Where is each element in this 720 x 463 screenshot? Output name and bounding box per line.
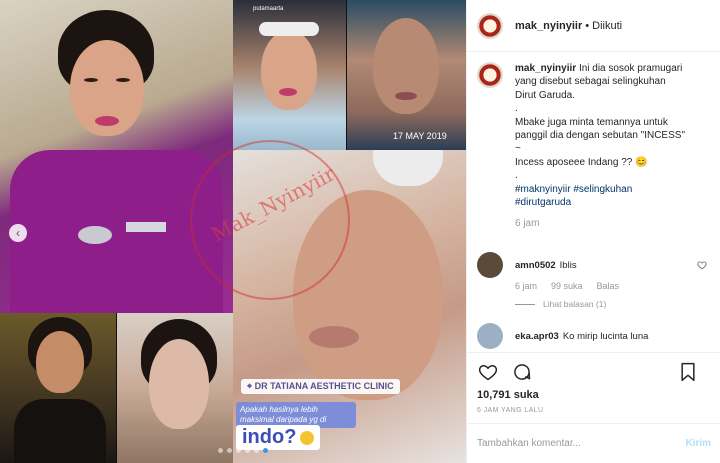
comment-button[interactable]	[511, 361, 533, 383]
carousel-dots	[218, 448, 268, 453]
caption-line: .	[515, 170, 518, 182]
lips-shape	[95, 116, 119, 126]
post-actions: 10,791 suka 6 JAM YANG LALU	[467, 352, 720, 414]
lips-shape	[279, 88, 297, 96]
like-count[interactable]: 10,791 suka	[477, 389, 711, 401]
carousel-dot	[236, 448, 241, 453]
view-replies[interactable]: Lihat balasan (1)	[515, 299, 606, 309]
caption-hashtags[interactable]: #maknyinyiir #selingkuhan	[515, 183, 711, 196]
comment-item: eka.apr03 Ko mirip lucinta luna	[477, 323, 717, 349]
commenter-avatar[interactable]	[477, 252, 503, 278]
headband-shape	[259, 22, 319, 36]
story-username: putamaarta	[253, 6, 284, 12]
caption-line: Mbake juga minta temannya untuk	[515, 116, 668, 128]
photo-bottom-right	[117, 313, 233, 463]
heart-icon	[697, 261, 707, 270]
brooch-shape	[78, 226, 112, 244]
caption-line: Incess aposeee Indang ?? 😊	[515, 156, 648, 168]
caption-line: .	[515, 103, 518, 115]
clinic-location-tag: ⌖ DR TATIANA AESTHETIC CLINIC	[241, 379, 400, 394]
story-caption-big: indo?	[236, 425, 321, 450]
post-panel: mak_nyinyiir • Diikuti mak_nyinyiir Ini …	[466, 0, 720, 463]
headband-shape	[373, 150, 443, 186]
clinic-tag-label: DR TATIANA AESTHETIC CLINIC	[254, 381, 394, 391]
like-button[interactable]	[477, 361, 499, 383]
carousel-dot	[245, 448, 250, 453]
story-caption-big-text: indo?	[242, 426, 297, 448]
badge-shape	[126, 222, 166, 232]
carousel-dot	[218, 448, 223, 453]
face-shape	[36, 331, 84, 393]
bookmark-icon	[681, 362, 695, 382]
caption-line: ~	[515, 143, 521, 155]
eye-shape	[116, 78, 130, 82]
commenter-avatar[interactable]	[477, 323, 503, 349]
date-stamp: 17 MAY 2019	[393, 131, 447, 141]
comment-meta: 6 jam 99 suka Balas	[515, 281, 619, 291]
caption-line: panggil dia dengan sebutan "INCESS"	[515, 130, 685, 142]
author-username[interactable]: mak_nyinyiir	[515, 20, 582, 32]
comment-like-button[interactable]	[697, 260, 707, 273]
carousel-dot	[227, 448, 232, 453]
comment-item: amn0502 Iblis	[477, 252, 717, 278]
outfit-shape	[14, 399, 106, 463]
send-comment-button[interactable]: Kirim	[685, 438, 711, 449]
caption-username[interactable]: mak_nyinyiir	[515, 63, 576, 74]
caption-time: 6 jam	[515, 218, 540, 230]
post-caption: mak_nyinyiir Ini dia sosok pramugari yan…	[467, 62, 720, 231]
chevron-left-icon: ‹	[16, 226, 20, 240]
smile-emoji-icon	[300, 430, 315, 445]
follow-status[interactable]: Diikuti	[592, 20, 622, 32]
view-replies-label[interactable]: Lihat balasan (1)	[543, 299, 606, 309]
photo-bottom-left	[0, 313, 116, 463]
carousel-dot	[254, 448, 259, 453]
caption-avatar[interactable]	[477, 62, 503, 88]
comment-time: 6 jam	[515, 281, 538, 291]
comment-icon	[514, 364, 531, 380]
header-separator: •	[585, 19, 590, 32]
caption-line: yang disebut sebagai selingkuhan	[515, 76, 666, 88]
photo-story-2	[347, 0, 466, 150]
replies-divider	[515, 303, 535, 305]
carousel-dot	[263, 448, 268, 453]
comment-input[interactable]	[477, 438, 686, 449]
post-media[interactable]: putamaarta 17 MAY 2019 Mak_Nyinyiir ⌖ DR…	[0, 0, 466, 463]
photo-story-1	[233, 0, 346, 150]
caption-line: Dirut Garuda.	[515, 89, 576, 101]
post-timestamp: 6 JAM YANG LALU	[477, 407, 544, 414]
comment-likes[interactable]: 99 suka	[551, 281, 583, 291]
eye-shape	[84, 78, 98, 82]
caption-hashtags[interactable]: #dirutgaruda	[515, 196, 711, 209]
comment-text: Ko mirip lucinta luna	[562, 330, 649, 342]
save-button[interactable]	[677, 361, 699, 383]
commenter-username[interactable]: amn0502	[515, 260, 556, 271]
carousel-prev-button[interactable]: ‹	[9, 224, 27, 242]
photo-stewardess	[0, 0, 233, 313]
commenter-username[interactable]: eka.apr03	[515, 331, 559, 342]
face-shape	[149, 339, 209, 429]
comment-reply-button[interactable]: Balas	[597, 281, 620, 291]
author-avatar[interactable]	[477, 12, 503, 39]
lips-shape	[309, 326, 359, 348]
comment-text: Iblis	[559, 259, 577, 271]
caption-line: Ini dia sosok pramugari	[578, 63, 683, 74]
heart-icon	[478, 364, 498, 381]
lips-shape	[395, 92, 417, 100]
post-header: mak_nyinyiir • Diikuti	[467, 0, 720, 52]
add-comment-bar: Kirim	[467, 423, 720, 463]
face-shape	[261, 30, 317, 110]
